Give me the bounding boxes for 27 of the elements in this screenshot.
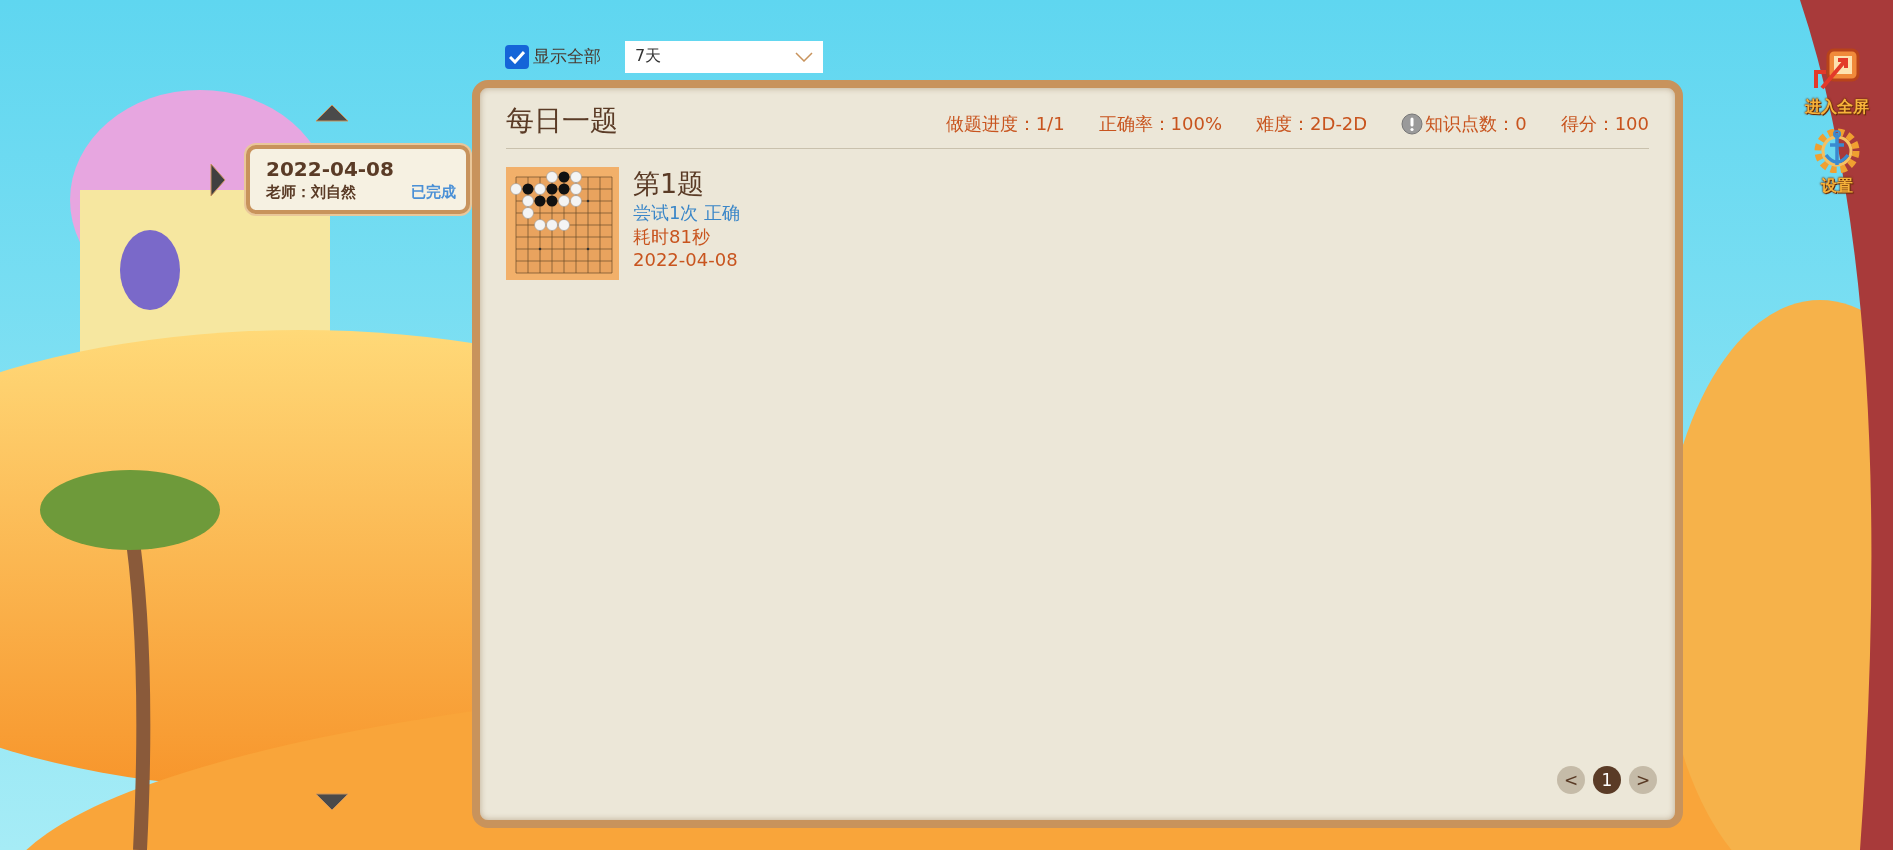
page-button[interactable]: 1 — [1593, 766, 1621, 794]
show-all-checkbox[interactable] — [505, 44, 529, 69]
stat-text: 正确率：100% — [1098, 112, 1223, 136]
checkmark-icon — [509, 49, 525, 64]
go-board-drawing[interactable] — [506, 167, 619, 280]
teacher-name: 老师：刘自然 — [266, 183, 356, 202]
problem-title: 第1题 — [633, 167, 706, 201]
date-text: 2022-04-08 — [266, 157, 395, 181]
stat-text: 难度：2D-2D — [1256, 112, 1368, 136]
panel-title: 每日一题 — [506, 103, 618, 139]
anchor-gear-icon — [1812, 127, 1862, 173]
show-all-label: 显示全部 — [533, 45, 601, 68]
stat-text: 做题进度：1/1 — [945, 112, 1065, 136]
scroll-up-arrow-icon[interactable] — [314, 103, 350, 123]
date-card[interactable]: 2022-04-08 老师：刘自然 已完成 — [246, 145, 470, 214]
stat-text: 知识点数：0 — [1425, 112, 1527, 136]
previous-page-button[interactable]: < — [1557, 766, 1585, 794]
stat-text: 得分：100 — [1560, 112, 1649, 136]
scroll-down-arrow-icon[interactable] — [314, 792, 350, 812]
problem-date: 2022-04-08 — [633, 249, 739, 270]
attempt-result: 尝试1次 正确 — [633, 201, 741, 225]
time-spent: 耗时81秒 — [633, 225, 711, 249]
next-page-button[interactable]: > — [1629, 766, 1657, 794]
chevron-down-icon — [795, 51, 813, 62]
status-label: 已完成 — [411, 183, 456, 202]
info-icon[interactable] — [1401, 113, 1424, 135]
range-dropdown[interactable]: 7天 — [625, 40, 823, 73]
